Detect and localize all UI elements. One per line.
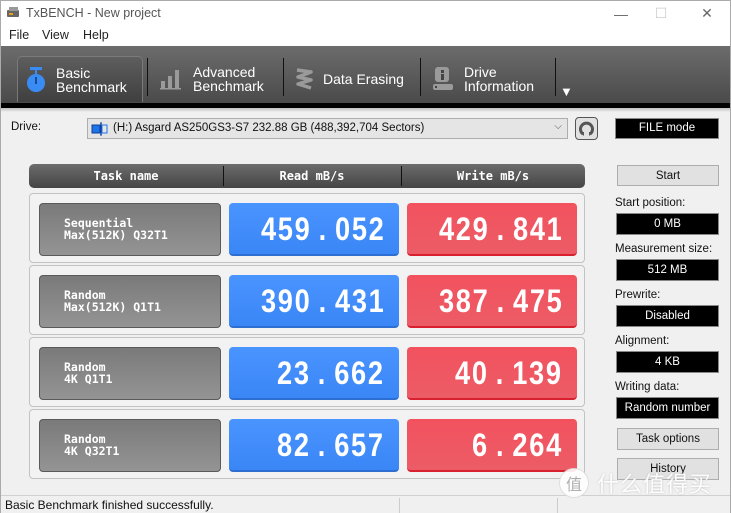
refresh-drives-button[interactable] — [575, 117, 598, 140]
app-window: TxBENCH - New project — ☐ ✕ File View He… — [0, 0, 731, 513]
tab-separator — [420, 58, 421, 96]
start-position-label: Start position: — [615, 197, 686, 209]
minimize-icon: — — [614, 5, 628, 22]
watermark-badge-icon: 值 — [559, 468, 589, 498]
measurement-size-label: Measurement size: — [615, 243, 713, 255]
status-text: Basic Benchmark finished successfully. — [5, 498, 214, 512]
read-value-text: 23 . 662 — [277, 355, 385, 391]
title-bar: TxBENCH - New project — ☐ ✕ — [1, 1, 730, 26]
chevron-down-icon: ⌵ — [554, 121, 562, 132]
tab-data-erasing[interactable]: Data Erasing — [295, 56, 417, 102]
menu-help[interactable]: Help — [83, 28, 109, 42]
drive-select-value: (H:) Asgard AS250GS3-S7 232.88 GB (488,3… — [113, 122, 425, 134]
tab-advanced-benchmark-line1: Advanced — [193, 64, 256, 80]
read-value: 459 . 052 — [229, 203, 399, 256]
task-name-line2: Max(512K) Q1T1 — [64, 300, 161, 314]
ribbon-toolbar: Basic Benchmark Advanced Benchmark Data … — [1, 46, 730, 103]
start-position-value[interactable]: 0 MB — [616, 213, 719, 235]
measurement-size-value[interactable]: 512 MB — [616, 259, 719, 281]
refresh-icon — [579, 121, 594, 136]
header-task-name: Task name — [93, 169, 159, 183]
bar-chart-icon — [160, 70, 181, 90]
prewrite-value[interactable]: Disabled — [616, 305, 719, 327]
write-value-text: 6 . 264 — [472, 427, 563, 463]
write-value: 6 . 264 — [407, 419, 577, 472]
prewrite-label: Prewrite: — [615, 289, 661, 301]
read-value: 82 . 657 — [229, 419, 399, 472]
task-button-rnd-4k-q1t1[interactable]: Random 4K Q1T1 — [39, 347, 221, 400]
menu-view[interactable]: View — [42, 28, 69, 42]
ribbon-shadow — [1, 108, 730, 112]
tab-basic-benchmark[interactable]: Basic Benchmark — [17, 56, 143, 102]
write-value-text: 429 . 841 — [438, 211, 563, 247]
read-value-text: 390 . 431 — [260, 283, 385, 319]
tab-drive-information[interactable]: Drive Information — [432, 56, 552, 102]
tab-drive-information-line1: Drive — [464, 64, 497, 80]
status-separator — [399, 498, 400, 513]
alignment-label: Alignment: — [615, 335, 670, 347]
tab-advanced-benchmark[interactable]: Advanced Benchmark — [159, 56, 279, 102]
result-row-seq-q32t1: Sequential Max(512K) Q32T1 459 . 052 429… — [29, 193, 585, 263]
write-value: 40 . 139 — [407, 347, 577, 400]
close-icon: ✕ — [701, 5, 713, 21]
menu-file[interactable]: File — [9, 28, 29, 42]
tab-separator — [283, 58, 284, 96]
read-value: 390 . 431 — [229, 275, 399, 328]
task-button-seq-q32t1[interactable]: Sequential Max(512K) Q32T1 — [39, 203, 221, 256]
tab-separator — [147, 58, 148, 96]
task-name-line2: 4K Q32T1 — [64, 444, 120, 458]
header-write: Write mB/s — [456, 169, 530, 183]
task-button-rnd-4k-q32t1[interactable]: Random 4K Q32T1 — [39, 419, 221, 472]
result-row-rnd-4k-q1t1: Random 4K Q1T1 23 . 662 40 . 139 — [29, 337, 585, 407]
writing-data-label: Writing data: — [615, 381, 680, 393]
result-row-rnd-4k-q32t1: Random 4K Q32T1 82 . 657 6 . 264 — [29, 409, 585, 479]
watermark-text: 什么值得买 — [597, 472, 713, 497]
task-button-rnd-512k-q1t1[interactable]: Random Max(512K) Q1T1 — [39, 275, 221, 328]
status-separator — [557, 498, 558, 513]
writing-data-value[interactable]: Random number — [616, 397, 719, 419]
task-name-line2: Max(512K) Q32T1 — [64, 228, 168, 242]
write-value-text: 40 . 139 — [455, 355, 563, 391]
close-button[interactable]: ✕ — [684, 1, 730, 26]
write-value: 429 . 841 — [407, 203, 577, 256]
drive-icon — [91, 122, 108, 136]
tab-basic-benchmark-line2: Benchmark — [56, 78, 127, 95]
watermark: 值 什么值得买 — [559, 467, 712, 499]
read-value-text: 82 . 657 — [277, 427, 385, 463]
drive-info-icon — [433, 67, 453, 90]
app-logo-icon — [7, 7, 19, 17]
start-button[interactable]: Start — [617, 165, 719, 186]
drive-label: Drive: — [11, 121, 42, 133]
tab-data-erasing-label: Data Erasing — [323, 71, 404, 87]
maximize-button[interactable]: ☐ — [638, 1, 684, 26]
header-read: Read mB/s — [279, 169, 345, 183]
ribbon-more-dropdown[interactable]: ▼ — [560, 84, 573, 99]
task-name-line2: 4K Q1T1 — [64, 372, 113, 386]
read-value-text: 459 . 052 — [260, 211, 385, 247]
read-value: 23 . 662 — [229, 347, 399, 400]
tab-separator — [555, 58, 556, 96]
tab-basic-benchmark-line1: Basic — [56, 64, 91, 81]
alignment-value[interactable]: 4 KB — [616, 351, 719, 373]
maximize-icon: ☐ — [654, 5, 668, 21]
tab-drive-information-line2: Information — [464, 78, 535, 94]
tab-advanced-benchmark-line2: Benchmark — [193, 78, 264, 94]
drive-select[interactable]: (H:) Asgard AS250GS3-S7 232.88 GB (488,3… — [87, 118, 568, 139]
result-row-rnd-512k-q1t1: Random Max(512K) Q1T1 390 . 431 387 . 47… — [29, 265, 585, 335]
window-title: TxBENCH - New project — [26, 6, 161, 20]
eraser-spring-icon — [296, 68, 313, 90]
menu-bar: File View Help — [1, 26, 730, 46]
stopwatch-icon — [27, 66, 45, 92]
task-options-button[interactable]: Task options — [617, 428, 719, 450]
write-value: 387 . 475 — [407, 275, 577, 328]
file-mode-badge: FILE mode — [615, 118, 719, 139]
results-header: Task name Read mB/s Write mB/s — [29, 164, 585, 188]
write-value-text: 387 . 475 — [438, 283, 563, 319]
